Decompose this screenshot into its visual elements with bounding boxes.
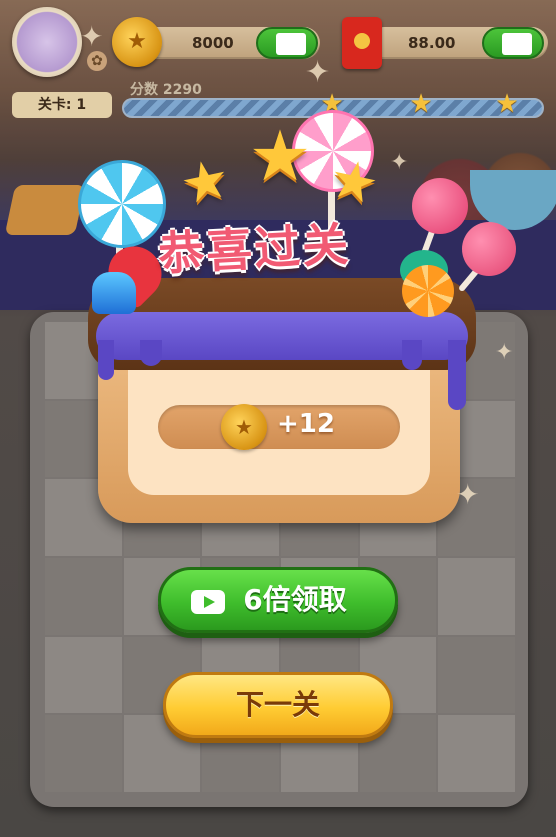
star-icon: ★ <box>248 115 312 197</box>
board-cell <box>438 715 515 792</box>
sparkle-decoration: ✦ <box>80 20 104 53</box>
background-pie <box>4 185 86 235</box>
icing-drip <box>140 340 162 366</box>
orange-candy <box>402 265 454 317</box>
icing-drip <box>98 340 114 380</box>
red-packet-icon <box>342 17 382 69</box>
board-cell <box>438 557 515 635</box>
gear-icon[interactable]: ✿ <box>87 51 107 71</box>
pink-lollipop <box>412 178 468 234</box>
level-label: 关卡: 1 <box>12 92 112 118</box>
blue-swirl-lollipop <box>78 160 166 248</box>
sparkle-decoration: ✦ <box>456 478 480 511</box>
video-claim-button[interactable]: 6倍领取 <box>158 567 398 633</box>
next-level-button[interactable]: 下一关 <box>163 672 393 738</box>
board-cell <box>45 715 122 792</box>
reward-amount: +12 <box>277 409 335 439</box>
coin-icon: ★ <box>221 404 267 450</box>
coin-icon: ★ <box>112 17 162 67</box>
next-level-label: 下一关 <box>235 688 320 721</box>
progress-star-icon: ★ <box>409 89 433 119</box>
icing-drip <box>448 340 466 410</box>
cash-value: 88.00 <box>408 34 456 52</box>
level-complete-title: 恭喜过关 <box>156 217 352 281</box>
sparkle-decoration: ✦ <box>390 150 409 175</box>
cash-withdraw-button[interactable] <box>482 27 544 59</box>
coins-value: 8000 <box>192 34 234 52</box>
board-cell <box>45 636 122 714</box>
pink-lollipop <box>462 222 516 276</box>
score-label: 分数 2290 <box>130 82 202 98</box>
avatar[interactable] <box>12 7 82 77</box>
blue-jelly-candy <box>92 272 136 314</box>
board-cell <box>438 636 515 714</box>
board-cell <box>45 557 122 635</box>
sparkle-decoration: ✦ <box>305 55 331 90</box>
sparkle-decoration: ✦ <box>495 340 514 365</box>
video-claim-label: 6倍领取 <box>243 583 347 616</box>
icing-drip <box>402 340 422 370</box>
progress-star-icon: ★ <box>495 89 519 119</box>
